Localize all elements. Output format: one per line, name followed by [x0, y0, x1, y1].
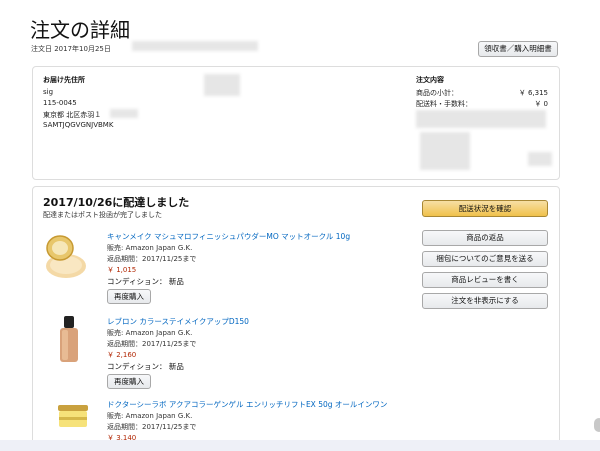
redacted-order-number	[132, 41, 258, 51]
footer-strip	[0, 440, 600, 451]
redacted-summary-amount	[528, 152, 552, 166]
item-condition: コンディション： 新品	[107, 362, 184, 371]
redacted-summary-lines	[416, 110, 546, 128]
receipt-button[interactable]: 領収書／購入明細書	[478, 41, 558, 57]
shipping-postal: 115-0045	[43, 99, 77, 107]
item-return-window: 返品期間：2017/11/25まで	[107, 340, 197, 348]
return-item-button[interactable]: 商品の返品	[422, 230, 548, 246]
buy-again-button[interactable]: 再度購入	[107, 374, 151, 389]
item-title[interactable]: キャンメイク マシュマロフィニッシュパウダーMO マットオークル 10g	[107, 231, 350, 242]
write-review-button[interactable]: 商品レビューを書く	[422, 272, 548, 288]
shipping-code: SAMTJQGVGNJVBMK	[43, 121, 114, 129]
shipping-name: sig	[43, 88, 54, 96]
item-return-window: 返品期間：2017/11/25まで	[107, 255, 197, 263]
item-title[interactable]: ドクターシーラボ アクアコラーゲンゲル エンリッチリフトEX 50g オールイン…	[107, 399, 387, 410]
item-image-gel[interactable]	[57, 403, 89, 429]
item-condition: コンディション： 新品	[107, 277, 184, 286]
delivery-status-heading: 2017/10/26に配達しました	[43, 196, 190, 209]
shipping-fee-value: ￥ 0	[534, 100, 548, 108]
shipping-address: 東京都 北区赤羽１	[43, 111, 102, 119]
order-details-page: 注文の詳細 注文日 2017年10月25日 領収書／購入明細書 お届け先住所 s…	[0, 0, 600, 451]
redacted-address	[110, 109, 138, 118]
item-seller: 販売: Amazon Japan G.K.	[107, 244, 193, 252]
redacted-summary-total	[420, 132, 470, 170]
shipping-fee-label: 配送料・手数料：	[416, 100, 472, 108]
buy-again-button[interactable]: 再度購入	[107, 289, 151, 304]
shipping-address-label: お届け先住所	[43, 76, 85, 84]
item-title[interactable]: レブロン カラーステイメイクアップD150	[107, 316, 249, 327]
item-seller: 販売: Amazon Japan G.K.	[107, 412, 193, 420]
page-title: 注文の詳細	[30, 18, 130, 42]
scroll-indicator[interactable]	[594, 418, 600, 432]
item-seller: 販売: Amazon Japan G.K.	[107, 329, 193, 337]
order-summary-label: 注文内容	[416, 76, 444, 84]
subtotal-value: ￥ 6,315	[518, 89, 548, 97]
redacted-payment	[204, 74, 240, 96]
packaging-feedback-button[interactable]: 梱包についてのご意見を送る	[422, 251, 548, 267]
delivery-status-subtext: 配達またはポスト投函が完了しました	[43, 211, 162, 219]
item-price: ￥ 1,015	[107, 266, 137, 274]
item-image-powder[interactable]	[42, 232, 92, 282]
order-date: 注文日 2017年10月25日	[31, 45, 111, 53]
item-image-foundation[interactable]	[56, 316, 82, 364]
item-price: ￥ 2,160	[107, 351, 137, 359]
track-package-button[interactable]: 配送状況を確認	[422, 200, 548, 217]
item-return-window: 返品期間：2017/11/25まで	[107, 423, 197, 431]
subtotal-label: 商品の小計：	[416, 89, 458, 97]
hide-order-button[interactable]: 注文を非表示にする	[422, 293, 548, 309]
